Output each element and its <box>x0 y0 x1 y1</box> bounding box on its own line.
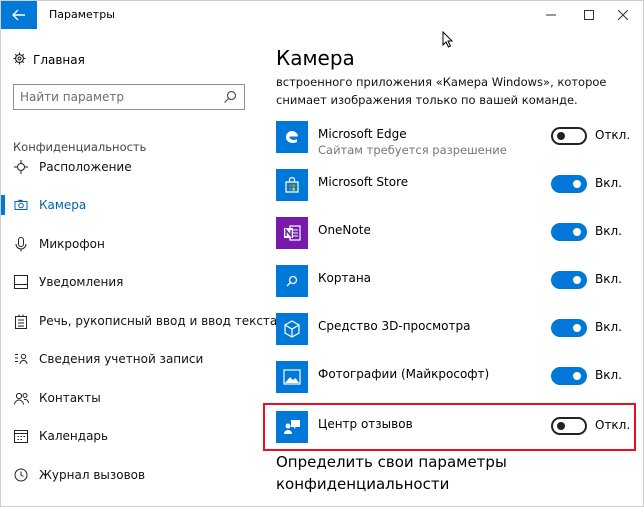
toggle-knob <box>557 132 565 140</box>
description-line-1: встроенного приложения «Камера Windows»,… <box>276 75 607 89</box>
sidebar-item-contacts[interactable]: Контакты <box>1 385 263 411</box>
account-info-icon <box>13 351 29 367</box>
sidebar-item-label: Уведомления <box>39 275 124 289</box>
app-row-photos: Фотографии (Майкрософт) Вкл. <box>276 361 628 405</box>
description-line-2: снимает изображения только по вашей кома… <box>276 93 578 107</box>
app-row-feedback-hub: Центр отзывов Откл. <box>276 411 631 455</box>
photos-icon <box>276 361 308 393</box>
minimize-button[interactable] <box>531 4 571 26</box>
sidebar-item-label: Контакты <box>39 391 101 405</box>
back-arrow-icon <box>12 9 25 21</box>
toggle-knob <box>573 276 581 284</box>
app-name: Средство 3D-просмотра <box>318 319 471 333</box>
edge-toggle[interactable] <box>551 127 587 145</box>
app-name: Центр отзывов <box>318 417 413 431</box>
3d-viewer-icon <box>276 313 308 345</box>
feedback-hub-icon <box>276 411 308 443</box>
sidebar: Главная Конфиденциальность Расположение … <box>1 29 277 506</box>
app-row-3d-viewer: Средство 3D-просмотра Вкл. <box>276 313 628 357</box>
section-title: Конфиденциальность <box>13 140 147 154</box>
sidebar-item-label: Сведения учетной записи <box>39 352 204 366</box>
toggle-knob <box>573 372 581 380</box>
sidebar-item-label: Календарь <box>39 429 109 443</box>
speech-icon <box>13 313 29 329</box>
sidebar-item-label: Расположение <box>39 160 132 174</box>
3d-viewer-toggle[interactable] <box>551 319 587 337</box>
sidebar-item-calendar[interactable]: Календарь <box>1 423 263 449</box>
cortana-icon <box>276 265 308 297</box>
close-button[interactable] <box>603 4 643 26</box>
privacy-section-heading: Определить свои параметры конфиденциальн… <box>276 451 626 495</box>
toggle-state-label: Откл. <box>595 418 631 432</box>
toggle-knob <box>573 180 581 188</box>
app-name: Кортана <box>318 271 372 285</box>
sidebar-item-label: Камера <box>39 198 87 212</box>
title-bar: Параметры <box>1 1 643 29</box>
sidebar-item-account-info[interactable]: Сведения учетной записи <box>1 346 263 372</box>
edge-icon <box>276 121 308 153</box>
feedback-hub-toggle[interactable] <box>551 417 587 435</box>
mouse-cursor-icon <box>442 31 453 48</box>
app-row-store: Microsoft Store Вкл. <box>276 169 628 213</box>
cortana-toggle[interactable] <box>551 271 587 289</box>
home-link[interactable]: Главная <box>13 51 85 69</box>
sidebar-item-label: Журнал вызовов <box>39 468 146 482</box>
search-icon[interactable] <box>222 89 238 105</box>
toggle-knob <box>573 324 581 332</box>
heading-line-1: Определить свои параметры <box>276 453 507 471</box>
close-icon <box>618 10 628 20</box>
toggle-state-label: Вкл. <box>595 224 622 238</box>
camera-icon <box>13 197 29 213</box>
store-toggle[interactable] <box>551 175 587 193</box>
toggle-state-label: Вкл. <box>595 176 622 190</box>
onenote-toggle[interactable] <box>551 223 587 241</box>
app-subtitle: Сайтам требуется разрешение <box>318 143 507 157</box>
sidebar-item-label: Речь, рукописный ввод и ввод текста <box>39 314 278 328</box>
location-icon <box>13 159 29 175</box>
call-history-icon <box>13 467 29 483</box>
calendar-icon <box>13 428 29 444</box>
sidebar-item-speech[interactable]: Речь, рукописный ввод и ввод текста <box>1 308 277 334</box>
toggle-state-label: Вкл. <box>595 272 622 286</box>
page-title: Камера <box>276 46 355 70</box>
sidebar-item-notifications[interactable]: Уведомления <box>1 269 263 295</box>
toggle-knob <box>557 422 565 430</box>
app-row-cortana: Кортана Вкл. <box>276 265 628 309</box>
contacts-icon <box>13 390 29 406</box>
toggle-state-label: Откл. <box>595 128 631 142</box>
app-name: Microsoft Store <box>318 175 409 189</box>
heading-line-2: конфиденциальности <box>276 475 450 493</box>
toggle-state-label: Вкл. <box>595 368 622 382</box>
minimize-icon <box>546 14 556 16</box>
app-name: Microsoft Edge <box>318 127 407 141</box>
app-row-edge: Microsoft Edge Сайтам требуется разрешен… <box>276 121 631 165</box>
photos-toggle[interactable] <box>551 367 587 385</box>
sidebar-item-microphone[interactable]: Микрофон <box>1 231 263 257</box>
back-button[interactable] <box>1 1 37 29</box>
toggle-knob <box>573 228 581 236</box>
maximize-icon <box>584 10 594 20</box>
search-input[interactable] <box>20 88 220 106</box>
gear-icon <box>13 52 33 68</box>
onenote-icon <box>276 217 308 249</box>
sidebar-item-camera[interactable]: Камера <box>1 192 263 218</box>
window-title: Параметры <box>49 8 115 21</box>
home-label: Главная <box>33 53 85 67</box>
main-panel: Камера встроенного приложения «Камера Wi… <box>263 29 643 506</box>
toggle-state-label: Вкл. <box>595 320 622 334</box>
app-name: OneNote <box>318 223 371 237</box>
search-box[interactable] <box>13 84 245 110</box>
active-indicator <box>1 195 5 215</box>
description: встроенного приложения «Камера Windows»,… <box>276 73 616 109</box>
microphone-icon <box>13 236 29 252</box>
sidebar-item-location[interactable]: Расположение <box>1 154 263 180</box>
settings-window: Параметры Главная Конфиденциальность Рас… <box>0 0 644 507</box>
sidebar-item-call-history[interactable]: Журнал вызовов <box>1 462 263 488</box>
app-name: Фотографии (Майкрософт) <box>318 367 490 381</box>
app-row-onenote: OneNote Вкл. <box>276 217 628 261</box>
notification-icon <box>13 274 29 290</box>
sidebar-item-label: Микрофон <box>39 237 105 251</box>
store-icon <box>276 169 308 201</box>
